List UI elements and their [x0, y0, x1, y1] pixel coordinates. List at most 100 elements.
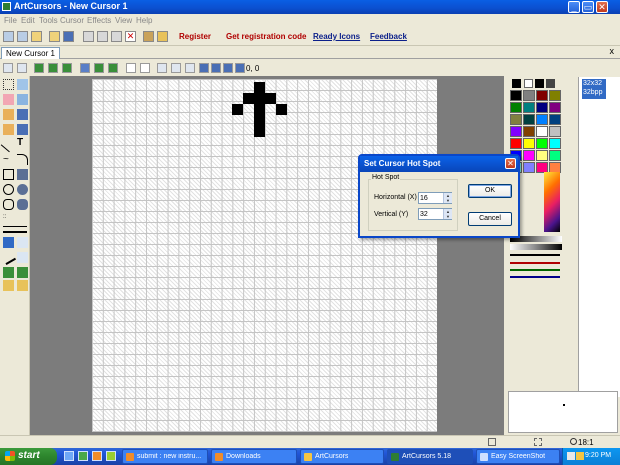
palette-swatch[interactable] — [549, 138, 561, 149]
transparent-mode-icon[interactable] — [3, 237, 14, 248]
line-width-1-icon[interactable] — [3, 226, 27, 227]
delete-icon[interactable]: ✕ — [125, 31, 136, 42]
new-from-image-icon[interactable] — [17, 31, 28, 42]
filled-rounded-rect-icon[interactable] — [17, 199, 28, 210]
palette-swatch[interactable] — [549, 114, 561, 125]
shadow-icon[interactable] — [17, 267, 28, 278]
palette-swatch[interactable] — [510, 114, 522, 125]
inverse-color[interactable] — [546, 79, 555, 88]
menu-effects[interactable]: Effects — [87, 16, 111, 25]
cancel-button[interactable]: Cancel — [468, 212, 512, 226]
menu-help[interactable]: Help — [136, 16, 152, 25]
task-artcursors-folder[interactable]: ArtCursors — [300, 449, 384, 464]
palette-swatch[interactable] — [523, 162, 535, 173]
format-item-selected[interactable]: 32x32 32bpp — [582, 79, 606, 99]
palette-swatch[interactable] — [510, 126, 522, 137]
palette-swatch[interactable] — [536, 102, 548, 113]
palette-swatch[interactable] — [536, 90, 548, 101]
filled-ellipse-icon[interactable] — [17, 184, 28, 195]
foreground-color[interactable] — [512, 79, 521, 88]
rotate-icon[interactable] — [185, 63, 195, 73]
flip-vertical-icon[interactable] — [171, 63, 181, 73]
task-easy-screenshot[interactable]: Easy ScreenShot — [476, 449, 560, 464]
line-icon[interactable] — [0, 136, 17, 153]
color-picker-field[interactable] — [544, 172, 560, 232]
redo-icon[interactable] — [17, 63, 27, 73]
text-icon[interactable]: T — [17, 137, 28, 148]
eyedropper-icon[interactable] — [17, 79, 28, 90]
quicklaunch-ie-icon[interactable] — [78, 451, 88, 461]
eraser-icon[interactable] — [3, 94, 14, 105]
task-downloads[interactable]: Downloads — [211, 449, 297, 464]
palette-swatch[interactable] — [549, 102, 561, 113]
paste-icon[interactable] — [111, 31, 122, 42]
pixel-grid-icon[interactable] — [140, 63, 150, 73]
feedback-link[interactable]: Feedback — [370, 32, 407, 41]
undo-icon[interactable] — [3, 63, 13, 73]
ready-icons-link[interactable]: Ready Icons — [313, 32, 360, 41]
smudge-icon[interactable] — [17, 124, 28, 135]
open-icon[interactable] — [31, 31, 42, 42]
frame-add-icon[interactable] — [94, 63, 104, 73]
fill-icon[interactable] — [17, 94, 28, 105]
cut-icon[interactable] — [83, 31, 94, 42]
quicklaunch-desktop-icon[interactable] — [64, 451, 74, 461]
pixel-canvas[interactable] — [92, 79, 437, 432]
menu-file[interactable]: File — [4, 16, 17, 25]
new-icon[interactable] — [3, 31, 14, 42]
hotspot-icon[interactable] — [235, 63, 245, 73]
dots-icon[interactable]: :: — [3, 214, 14, 225]
palette-swatch[interactable] — [523, 138, 535, 149]
task-submit[interactable]: submit : new instru... — [122, 449, 208, 464]
lock-icon[interactable] — [3, 280, 14, 291]
volume-icon[interactable] — [567, 452, 575, 460]
save-icon[interactable] — [63, 31, 74, 42]
horizontal-spinner[interactable]: ▲ ▼ — [443, 193, 452, 203]
layer-merge-icon[interactable] — [62, 63, 72, 73]
arc-icon[interactable] — [17, 154, 28, 165]
horizontal-input[interactable] — [420, 194, 442, 203]
open-folder-icon[interactable] — [49, 31, 60, 42]
alpha-slider-red[interactable] — [510, 262, 560, 264]
luminance-ramp[interactable] — [510, 244, 562, 250]
close-button[interactable]: ✕ — [596, 1, 608, 13]
palette-swatch[interactable] — [549, 90, 561, 101]
unlock-icon[interactable] — [17, 280, 28, 291]
alpha-slider-blue[interactable] — [510, 276, 560, 278]
palette-swatch[interactable] — [536, 114, 548, 125]
rectangle-icon[interactable] — [3, 169, 14, 180]
get-registration-code-link[interactable]: Get registration code — [226, 32, 306, 41]
palette-swatch[interactable] — [510, 102, 522, 113]
vertical-input[interactable] — [420, 210, 442, 219]
capture-icon[interactable] — [143, 31, 154, 42]
palette-swatch[interactable] — [523, 126, 535, 137]
select-rect-icon[interactable] — [3, 79, 14, 90]
airbrush-icon[interactable] — [3, 124, 14, 135]
brush-shape-icon[interactable] — [17, 252, 28, 263]
grid-icon[interactable] — [126, 63, 136, 73]
quicklaunch-app-icon[interactable] — [106, 451, 116, 461]
brush-icon[interactable] — [17, 109, 28, 120]
frame-copy-icon[interactable] — [108, 63, 118, 73]
layer-add-icon[interactable] — [48, 63, 58, 73]
pencil-icon[interactable] — [3, 109, 14, 120]
vertical-spinner[interactable]: ▲ ▼ — [443, 209, 452, 219]
maximize-button[interactable]: ▭ — [582, 1, 594, 13]
layer-icon[interactable] — [34, 63, 44, 73]
move-left-icon[interactable] — [223, 63, 233, 73]
task-artcursors-app[interactable]: ArtCursors 5.18 — [387, 449, 473, 464]
alpha-slider-black[interactable] — [510, 254, 560, 256]
rounded-rect-icon[interactable] — [3, 199, 14, 210]
screen-color[interactable] — [535, 79, 544, 88]
background-color[interactable] — [524, 79, 533, 88]
quicklaunch-firefox-icon[interactable] — [92, 451, 102, 461]
menu-edit[interactable]: Edit — [21, 16, 35, 25]
effects-icon[interactable] — [157, 31, 168, 42]
vertical-field[interactable]: ▲▼ — [418, 208, 452, 220]
menu-tools[interactable]: Tools — [39, 16, 58, 25]
ellipse-icon[interactable] — [3, 184, 14, 195]
curve-icon[interactable]: ~ — [3, 154, 14, 165]
antialias-icon[interactable] — [3, 267, 14, 278]
minimize-button[interactable]: _ — [568, 1, 580, 13]
network-icon[interactable] — [576, 452, 584, 460]
